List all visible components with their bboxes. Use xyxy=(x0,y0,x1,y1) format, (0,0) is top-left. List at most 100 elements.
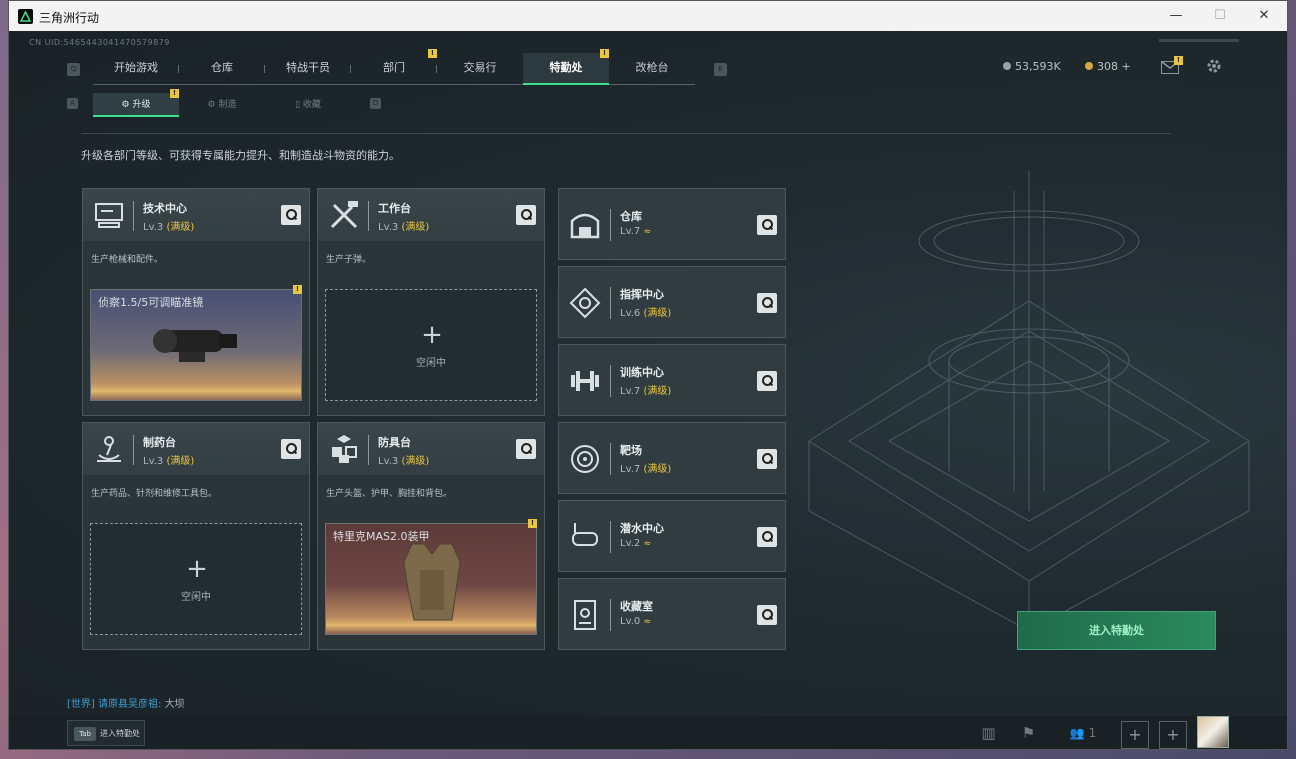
tab-gunsmith[interactable]: 改枪台 xyxy=(609,53,695,85)
tab-special-ops[interactable]: 特勤处! xyxy=(523,49,609,85)
game-window: 三角洲行动 — ☐ ✕ CN UID:5465443041470579879 Q… xyxy=(8,0,1288,750)
facility-card-tech-center[interactable]: 技术中心 Lv.3 (满级) 生产枪械和配件。 侦察1.5/5可调瞄准镜 ! xyxy=(82,188,310,416)
facility-name: 潜水中心 xyxy=(620,522,664,535)
nav-prev-key[interactable]: Q xyxy=(67,63,80,76)
chat-line[interactable]: [世界] 请原县吴彦祖: 大坝 xyxy=(67,695,185,710)
subtab-collection[interactable]: ▯ 收藏 xyxy=(265,93,351,117)
flag-icon[interactable]: ⚑ xyxy=(1011,716,1046,749)
search-icon[interactable] xyxy=(757,293,777,313)
facility-level: Lv.7 (满级) xyxy=(620,386,672,397)
notification-badge: ! xyxy=(293,285,302,294)
subtab-next-key[interactable]: D xyxy=(370,98,381,109)
facility-card-collection-room[interactable]: 收藏室 Lv.0 ≈ xyxy=(558,578,786,650)
minimize-button[interactable]: — xyxy=(1161,6,1191,26)
facility-level: Lv.3 (满级) xyxy=(143,456,195,467)
search-icon[interactable] xyxy=(757,527,777,547)
crafting-slot[interactable]: 特里克MAS2.0装甲 ! xyxy=(325,519,537,635)
facility-level: Lv.3 (满级) xyxy=(378,222,430,233)
mail-icon[interactable]: ! xyxy=(1161,56,1183,74)
player-uid: CN UID:5465443041470579879 xyxy=(29,38,170,47)
facility-name: 训练中心 xyxy=(620,366,664,379)
tools-icon xyxy=(330,201,358,229)
search-icon[interactable] xyxy=(516,439,536,459)
avatar[interactable] xyxy=(1197,716,1229,748)
plus-icon: + xyxy=(186,554,208,584)
search-icon[interactable] xyxy=(757,449,777,469)
facility-card-shooting-range[interactable]: 靶场 Lv.7 (满级) xyxy=(558,422,786,494)
search-icon[interactable] xyxy=(757,371,777,391)
add-slot-button[interactable]: + xyxy=(1159,721,1187,749)
facility-card-workbench[interactable]: 工作台 Lv.3 (满级) 生产子弹。 + 空闲中 xyxy=(317,188,545,416)
search-icon[interactable] xyxy=(281,205,301,225)
facility-level: Lv.3 (满级) xyxy=(143,222,195,233)
crafting-slot-empty[interactable]: + 空闲中 xyxy=(90,523,302,635)
premium-coin-icon xyxy=(1085,62,1093,70)
facility-card-command-center[interactable]: 指挥中心 Lv.6 (满级) xyxy=(558,266,786,338)
main-nav: 开始游戏 仓库 特战干员 部门! 交易行 特勤处! 改枪台 xyxy=(93,49,695,85)
facility-card-warehouse[interactable]: 仓库 Lv.7 ≈ xyxy=(558,188,786,260)
notification-badge: ! xyxy=(528,519,537,528)
diving-mask-icon xyxy=(572,523,598,546)
settings-gear-icon[interactable] xyxy=(1206,58,1222,74)
tab-department[interactable]: 部门! xyxy=(351,49,437,85)
add-slot-button[interactable]: + xyxy=(1121,721,1149,749)
warehouse-icon xyxy=(570,213,600,239)
scope-image xyxy=(153,329,237,362)
facility-description: 生产头盔、护甲、胸挂和背包。 xyxy=(326,489,453,499)
armor-vest-image xyxy=(403,543,461,621)
search-icon[interactable] xyxy=(757,605,777,625)
tab-key: Tab xyxy=(74,727,96,741)
subtab-prev-key[interactable]: A xyxy=(67,98,78,109)
facility-card-training-center[interactable]: 训练中心 Lv.7 (满级) xyxy=(558,344,786,416)
app-logo-icon xyxy=(18,9,33,24)
friends-button[interactable]: 👥 1 xyxy=(1063,716,1103,749)
notification-badge: ! xyxy=(600,49,609,58)
upgrade-available-icon: ≈ xyxy=(643,227,651,237)
divider xyxy=(81,133,1171,134)
tab-shortcut-button[interactable]: Tab 进入特勤处 xyxy=(67,720,145,746)
crafting-slot-empty[interactable]: + 空闲中 xyxy=(325,289,537,401)
facility-blueprint xyxy=(808,171,1250,632)
tab-operators[interactable]: 特战干员 xyxy=(265,53,351,85)
facility-level: Lv.7 ≈ xyxy=(620,226,651,237)
plus-icon: + xyxy=(421,320,443,350)
idle-label: 空闲中 xyxy=(416,358,446,369)
search-icon[interactable] xyxy=(757,215,777,235)
facility-card-pharmacy[interactable]: 制药台 Lv.3 (满级) 生产药品、针剂和维修工具包。 + 空闲中 xyxy=(82,422,310,650)
bottom-bar: Tab 进入特勤处 ▥ ⚑ 👥 1 + + xyxy=(9,716,1287,749)
microscope-icon xyxy=(97,436,121,462)
facility-level: Lv.2 ≈ xyxy=(620,538,651,549)
enter-special-ops-button[interactable]: 进入特勤处 xyxy=(1017,611,1216,650)
facility-level: Lv.6 (满级) xyxy=(620,308,672,319)
page-description: 升级各部门等级、可获得专属能力提升、和制造战斗物资的能力。 xyxy=(81,149,400,162)
crafting-slot[interactable]: 侦察1.5/5可调瞄准镜 ! xyxy=(90,285,302,401)
subtab-craft[interactable]: ⚙ 制造 xyxy=(179,93,265,117)
maximize-button[interactable]: ☐ xyxy=(1205,6,1235,26)
friends-count: 1 xyxy=(1088,726,1097,740)
tab-trading[interactable]: 交易行 xyxy=(437,53,523,85)
subtab-upgrade[interactable]: ⚙ 升级! xyxy=(93,89,179,117)
search-icon[interactable] xyxy=(281,439,301,459)
facility-description: 生产枪械和配件。 xyxy=(91,255,164,265)
nav-next-key[interactable]: E xyxy=(714,63,727,76)
cubes-icon xyxy=(332,435,357,463)
notification-badge: ! xyxy=(1174,56,1183,65)
facility-name: 防具台 xyxy=(378,436,411,449)
premium-balance[interactable]: 308 + xyxy=(1085,60,1131,73)
game-area: CN UID:5465443041470579879 Q 开始游戏 仓库 特战干… xyxy=(9,31,1287,749)
facility-description: 生产子弹。 xyxy=(326,255,372,265)
search-icon[interactable] xyxy=(516,205,536,225)
stats-icon[interactable]: ▥ xyxy=(971,716,1006,749)
computer-icon xyxy=(95,203,123,228)
facility-name: 靶场 xyxy=(620,444,642,457)
title-bar: 三角洲行动 — ☐ ✕ xyxy=(9,1,1287,31)
close-button[interactable]: ✕ xyxy=(1249,6,1279,26)
facility-card-diving-center[interactable]: 潜水中心 Lv.2 ≈ xyxy=(558,500,786,572)
tab-start-game[interactable]: 开始游戏 xyxy=(93,53,179,85)
item-name: 侦察1.5/5可调瞄准镜 xyxy=(98,296,204,309)
sub-nav: ⚙ 升级! ⚙ 制造 ▯ 收藏 xyxy=(93,89,351,117)
facility-card-armor-bench[interactable]: 防具台 Lv.3 (满级) 生产头盔、护甲、胸挂和背包。 特里克MAS2.0装甲… xyxy=(317,422,545,650)
facility-description: 生产药品、针剂和维修工具包。 xyxy=(91,489,218,499)
tab-warehouse[interactable]: 仓库 xyxy=(179,53,265,85)
facility-name: 制药台 xyxy=(143,436,176,449)
